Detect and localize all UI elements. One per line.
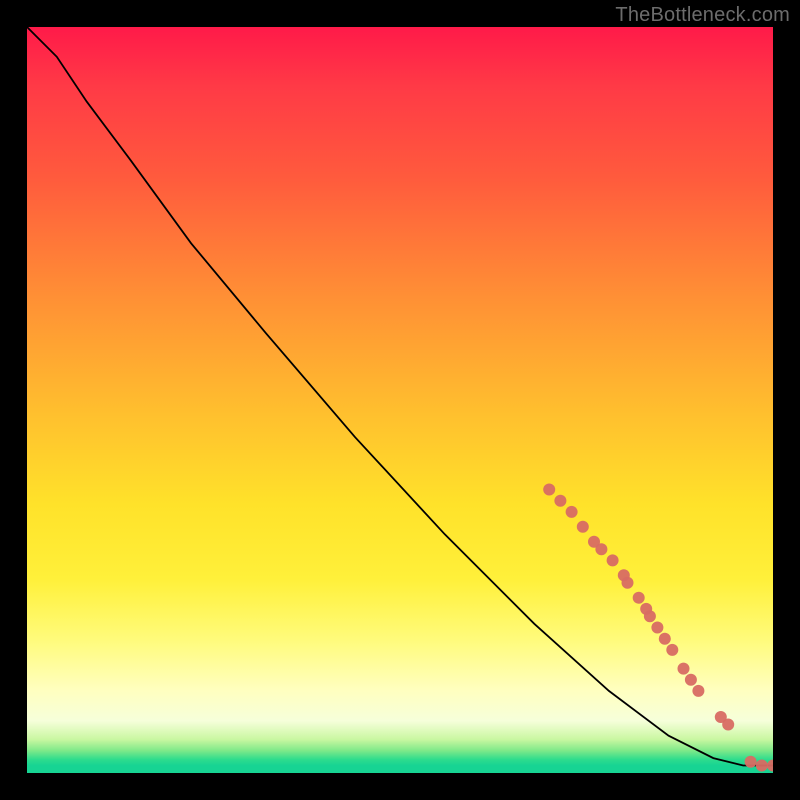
hw-point (566, 506, 578, 518)
hw-point (577, 521, 589, 533)
hw-point (633, 592, 645, 604)
hw-point (767, 760, 773, 772)
hw-point (692, 685, 704, 697)
hw-point (607, 554, 619, 566)
hw-point (651, 622, 663, 634)
hw-point (622, 577, 634, 589)
hw-point (685, 674, 697, 686)
hw-point (745, 756, 757, 768)
hw-point (678, 663, 690, 675)
chart-frame: TheBottleneck.com (0, 0, 800, 800)
bottleneck-curve (27, 27, 773, 766)
hw-point (666, 644, 678, 656)
hw-point (659, 633, 671, 645)
hw-point (644, 610, 656, 622)
watermark-label: TheBottleneck.com (615, 4, 790, 27)
hw-point (722, 719, 734, 731)
chart-overlay (27, 27, 773, 773)
plot-area (27, 27, 773, 773)
hw-point (595, 543, 607, 555)
hw-point (756, 760, 768, 772)
hw-point (554, 495, 566, 507)
hw-point (543, 484, 555, 496)
